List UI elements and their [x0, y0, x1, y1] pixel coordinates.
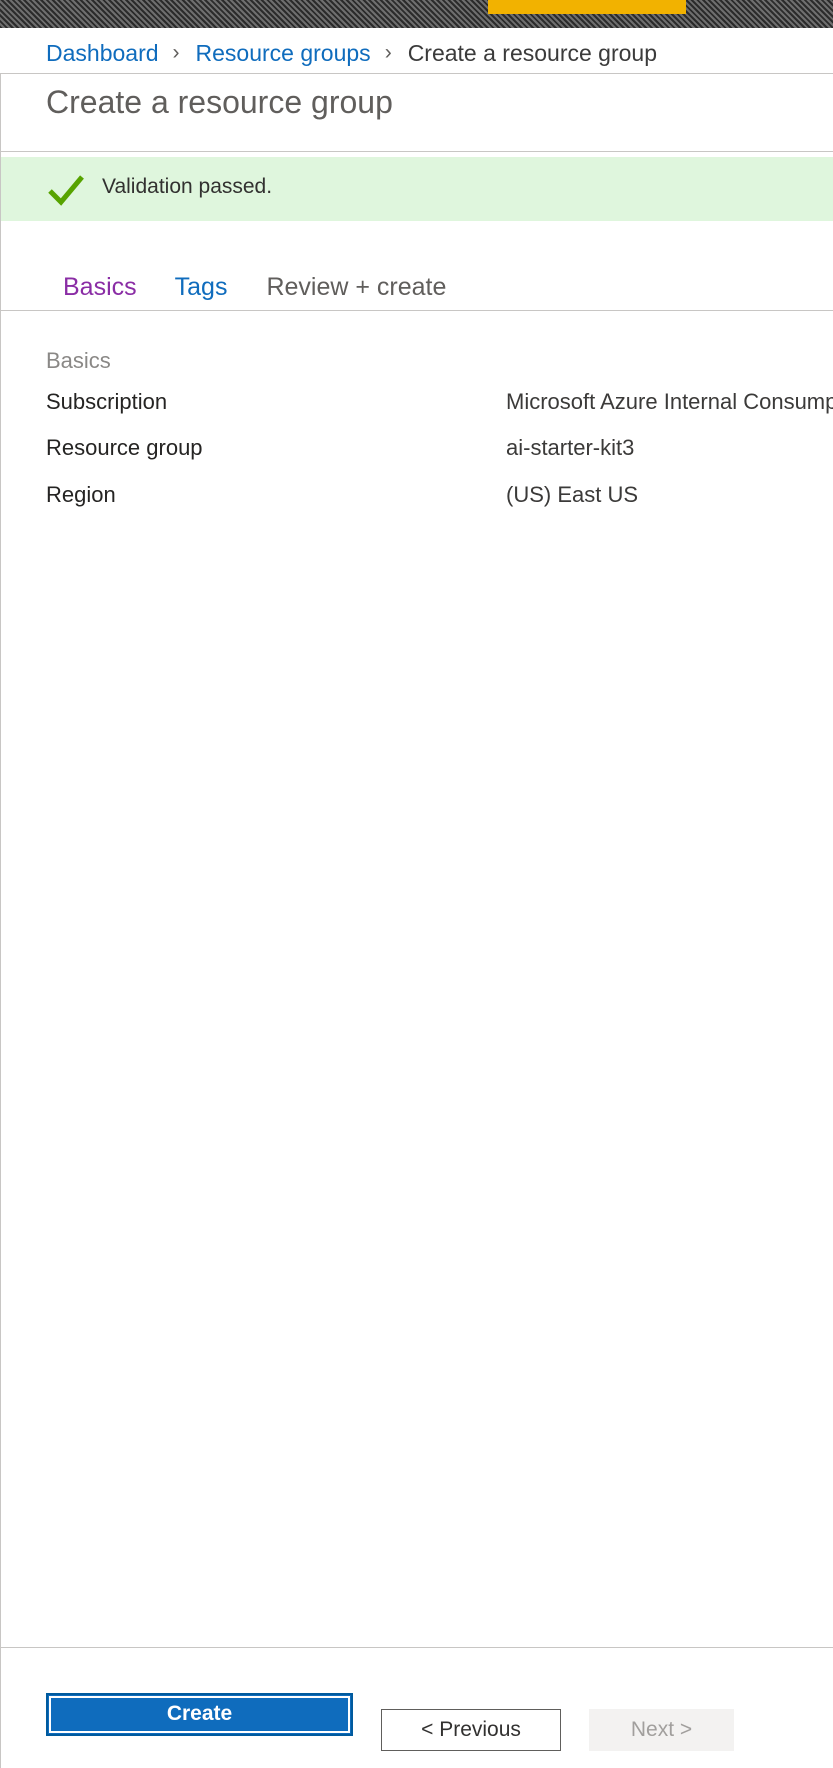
breadcrumb-current: Create a resource group [407, 39, 657, 66]
check-icon [47, 173, 85, 207]
wizard-tabs: Basics Tags Review + create [63, 273, 446, 313]
top-navigation-bar [0, 0, 833, 28]
resource-group-value: ai-starter-kit3 [506, 435, 635, 460]
tabs-divider [0, 310, 833, 311]
chevron-right-icon: › [384, 41, 392, 64]
validation-banner: Validation passed. [1, 157, 833, 221]
create-button[interactable]: Create [46, 1693, 353, 1736]
breadcrumb-divider [0, 73, 833, 74]
blade-left-border [0, 74, 1, 1768]
breadcrumb: Dashboard › Resource groups › Create a r… [46, 36, 657, 70]
subscription-label: Subscription [46, 389, 168, 414]
breadcrumb-resource-groups-link[interactable]: Resource groups [196, 40, 371, 67]
subscription-value: Microsoft Azure Internal Consump [506, 389, 833, 414]
validation-message: Validation passed. [102, 175, 273, 198]
region-label: Region [46, 482, 116, 507]
tab-basics[interactable]: Basics [63, 273, 137, 313]
title-divider [0, 151, 833, 152]
footer-divider [0, 1647, 833, 1648]
next-button[interactable]: Next > [589, 1709, 734, 1751]
chevron-right-icon: › [172, 41, 180, 64]
section-title-basics: Basics [46, 348, 111, 373]
page-title: Create a resource group [46, 84, 393, 120]
notification-badge[interactable] [488, 0, 686, 14]
tab-review-create[interactable]: Review + create [266, 273, 446, 313]
previous-button[interactable]: < Previous [381, 1709, 561, 1751]
region-value: (US) East US [506, 482, 639, 507]
breadcrumb-dashboard-link[interactable]: Dashboard [46, 40, 159, 67]
resource-group-label: Resource group [46, 435, 203, 460]
tab-tags[interactable]: Tags [175, 273, 228, 313]
